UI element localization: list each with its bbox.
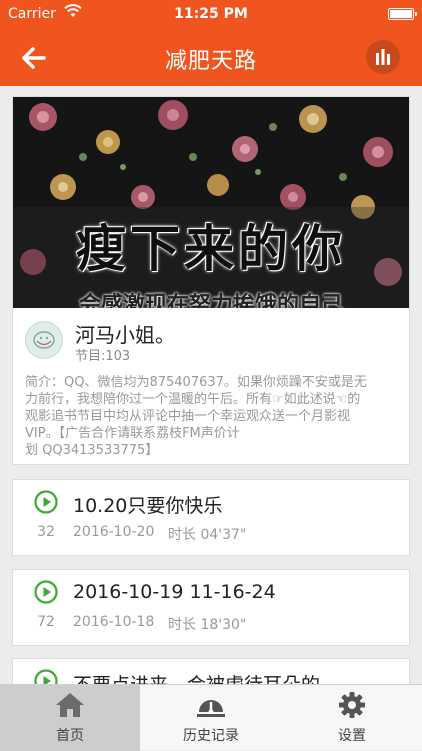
- play-icon[interactable]: [34, 580, 58, 604]
- anchor-name[interactable]: 河马小姐。: [75, 319, 175, 348]
- episode-row[interactable]: 10.20只要你快乐 32 2016-10-20 时长 04'37": [12, 479, 410, 556]
- stats-button[interactable]: [366, 40, 400, 74]
- tab-history[interactable]: 历史记录: [141, 685, 281, 751]
- play-icon[interactable]: [34, 490, 58, 514]
- episode-number: 32: [37, 524, 55, 540]
- avatar[interactable]: [25, 321, 63, 359]
- history-icon: [197, 700, 225, 717]
- episode-title: 2016-10-19 11-16-24: [73, 581, 276, 603]
- clock: 11:25 PM: [174, 6, 248, 22]
- program-card: 瘦下来的你 会感激现在努力挨饿的自己 河马小姐。 节目:103 简介：QQ、微信…: [12, 96, 410, 465]
- tab-settings[interactable]: 设置: [282, 685, 422, 751]
- episode-row[interactable]: 2016-10-19 11-16-24 72 2016-10-18 时长 18'…: [12, 569, 410, 646]
- episode-title: 10.20只要你快乐: [73, 495, 223, 517]
- page-title: 减肥天路: [164, 49, 257, 74]
- tab-home[interactable]: 首页: [0, 685, 140, 751]
- tab-label: 设置: [338, 728, 366, 744]
- episode-duration: 时长 18'30": [168, 617, 247, 633]
- intro-line: VIP。【广告合作请联系荔枝FM声价计: [25, 426, 240, 441]
- nav-bar: 减肥天路: [0, 30, 422, 86]
- gear-icon: [339, 692, 365, 718]
- intro-line: 简介：QQ、微信均为875407637。如果你烦躁不安或是无: [25, 375, 367, 390]
- episode-number: 72: [37, 614, 55, 630]
- status-bar: Carrier 11:25 PM: [0, 0, 422, 30]
- episode-duration: 时长 04'37": [168, 527, 247, 543]
- intro-line: 力前行，我想陪你过一个温暖的午后。所有☞如此述说☜的: [25, 392, 361, 407]
- cover-subtitle: 会感激现在努力挨饿的自己: [78, 293, 343, 308]
- cover-title: 瘦下来的你: [76, 220, 346, 278]
- home-icon: [56, 693, 84, 717]
- tab-label: 历史记录: [183, 728, 239, 744]
- intro-line: 划 QQ3413533775】: [25, 443, 159, 458]
- bar-chart-icon: [376, 49, 390, 65]
- program-intro: 简介：QQ、微信均为875407637。如果你烦躁不安或是无 力前行，我想陪你过…: [25, 374, 401, 459]
- intro-line: 观影追书节目中均从评论中抽一个幸运观众送一个月影视: [25, 409, 351, 424]
- tab-bar: 首页 历史记录 设置: [0, 684, 422, 751]
- tab-label: 首页: [56, 728, 84, 744]
- episode-date: 2016-10-20: [73, 524, 155, 540]
- episode-count: 节目:103: [75, 349, 131, 364]
- hippo-logo-icon: [33, 331, 55, 349]
- episode-date: 2016-10-18: [73, 614, 155, 630]
- battery-icon: [388, 8, 417, 20]
- program-cover-image: 瘦下来的你 会感激现在努力挨饿的自己: [13, 97, 409, 308]
